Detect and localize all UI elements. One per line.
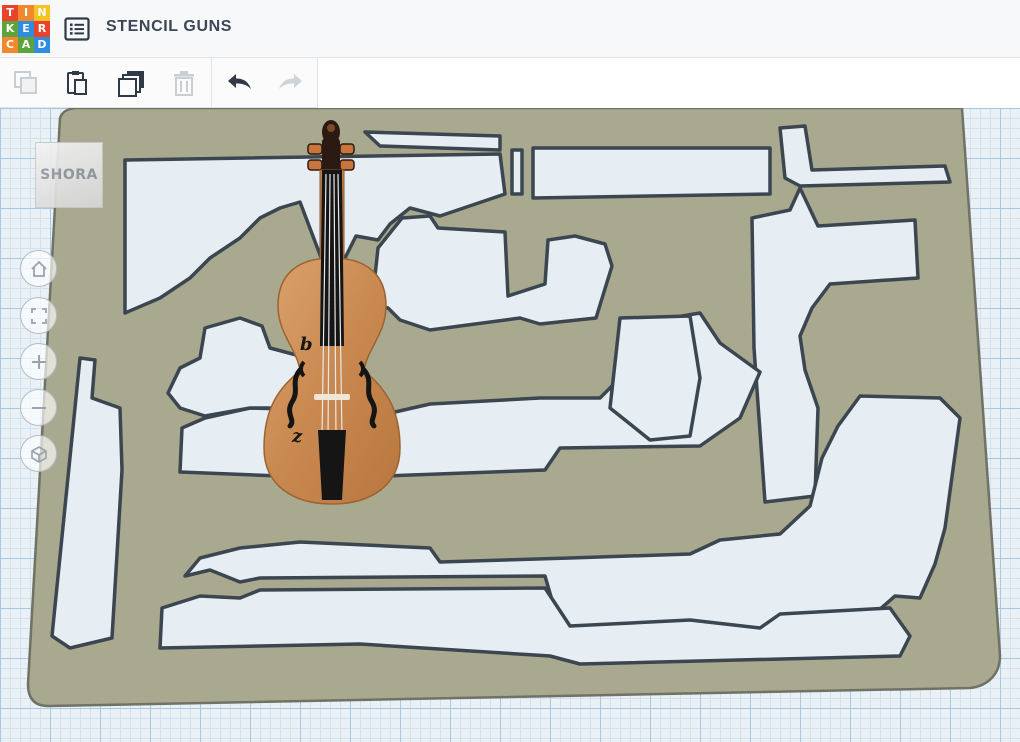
zoom-out-icon: [31, 406, 46, 409]
edit-toolbar: [0, 58, 318, 108]
copy-icon: [14, 71, 37, 94]
delete-button[interactable]: [169, 68, 199, 98]
logo-letter: A: [18, 37, 34, 53]
logo-letter: N: [34, 5, 50, 21]
redo-arrow-icon: [279, 74, 302, 89]
duplicate-icon: [118, 71, 144, 97]
logo-letter: I: [18, 5, 34, 21]
scene-canvas: b z: [26, 108, 1002, 708]
tinkercad-logo[interactable]: TINKERCAD: [2, 5, 50, 53]
zoom-in-icon: [31, 354, 46, 369]
view-cube-face-label: SHORA: [40, 167, 98, 183]
paste-icon: [67, 71, 87, 95]
paste-button[interactable]: [62, 68, 92, 98]
cutout-scope: [531, 146, 772, 200]
home-icon: [30, 260, 47, 277]
fit-view-button[interactable]: [20, 297, 57, 334]
cutout-slot-1: [510, 148, 524, 196]
undo-arrow-icon: [228, 74, 251, 89]
logo-letter: D: [34, 37, 50, 53]
view-cube[interactable]: SHORA: [35, 142, 103, 208]
violin-label-z: z: [291, 426, 303, 447]
logo-letter: C: [2, 37, 18, 53]
violin-label-b: b: [300, 334, 313, 355]
copy-button[interactable]: [11, 68, 41, 98]
stencil-plate[interactable]: [26, 108, 1002, 708]
zoom-out-button[interactable]: [20, 389, 57, 426]
logo-letter: E: [18, 21, 34, 37]
design-title[interactable]: STENCIL GUNS: [106, 18, 232, 36]
logo-letter: R: [34, 21, 50, 37]
workplane-grid[interactable]: b z SHORA: [0, 108, 1020, 742]
home-view-button[interactable]: [20, 250, 57, 287]
logo-letter: K: [2, 21, 18, 37]
duplicate-button[interactable]: [117, 68, 147, 98]
zoom-in-button[interactable]: [20, 343, 57, 380]
trash-icon: [174, 71, 194, 96]
ortho-view-button[interactable]: [20, 435, 57, 472]
top-header: TINKERCAD STENCIL GUNS: [0, 0, 1020, 58]
list-icon[interactable]: [64, 17, 90, 41]
ortho-view-icon: [30, 445, 47, 463]
redo-button[interactable]: [276, 68, 306, 98]
fit-view-icon: [30, 307, 47, 324]
cutout-rifle: [363, 130, 502, 152]
undo-button[interactable]: [224, 68, 254, 98]
logo-letter: T: [2, 5, 18, 21]
toolbar-separator: [211, 58, 212, 108]
